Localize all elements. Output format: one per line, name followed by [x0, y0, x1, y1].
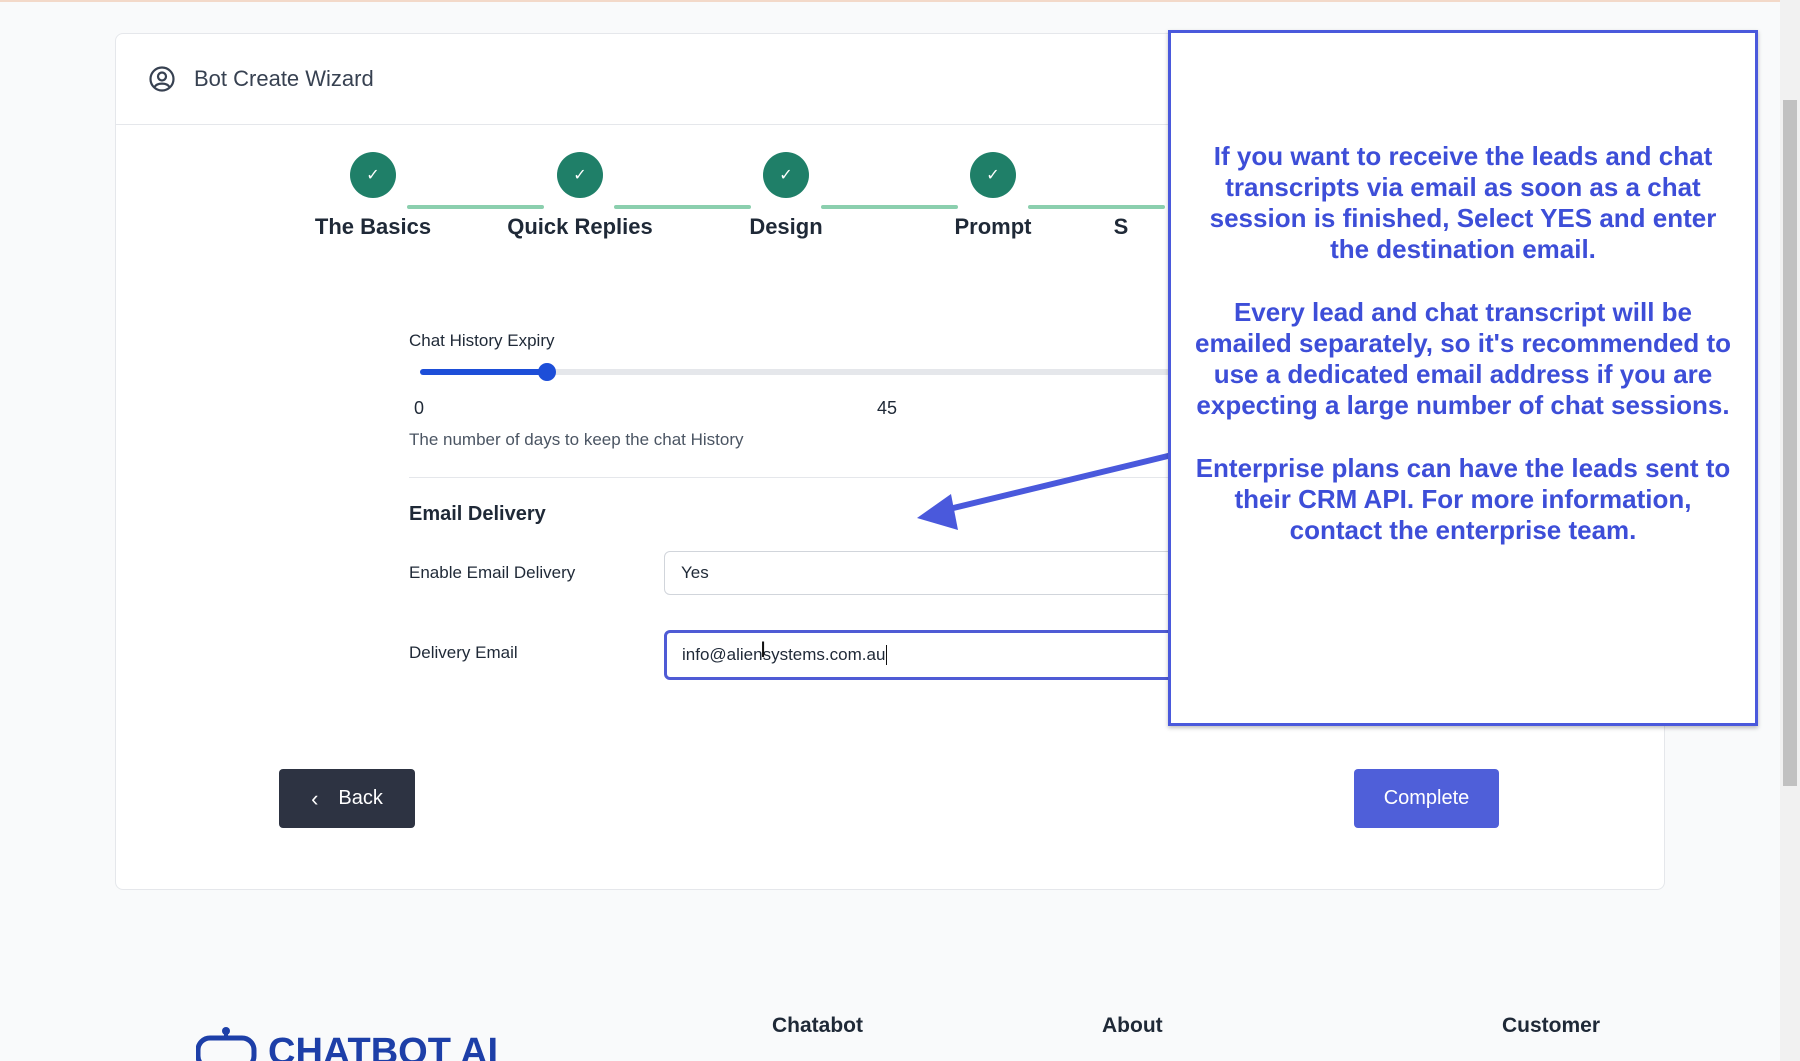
step-label: Prompt — [954, 214, 1032, 239]
info-callout: If you want to receive the leads and cha… — [1168, 30, 1758, 726]
user-circle-icon — [149, 66, 175, 92]
step-label: Quick Replies — [507, 214, 653, 239]
slider-handle[interactable] — [537, 363, 556, 381]
complete-label: Complete — [1383, 787, 1470, 809]
scrollbar-thumb[interactable] — [1783, 100, 1797, 786]
callout-paragraph-2: Every lead and chat transcript will be e… — [1194, 296, 1731, 420]
delivery-email-input[interactable]: info@aliensystems.com.au — [664, 630, 1224, 680]
top-border — [0, 0, 1800, 2]
slider-tick-min: 0 — [414, 398, 425, 418]
callout-paragraph-3: Enterprise plans can have the leads sent… — [1195, 452, 1731, 545]
check-icon: ✓ — [970, 152, 1016, 198]
text-cursor-icon: I — [760, 637, 767, 662]
step-quick-replies[interactable]: ✓ Quick Replies — [500, 152, 660, 240]
back-button[interactable]: ‹ Back — [279, 769, 415, 828]
footer-col-chatabot: Chatabot — [772, 1014, 863, 1037]
footer-col-about: About — [1102, 1014, 1163, 1037]
step-design[interactable]: ✓ Design — [706, 152, 866, 240]
chat-history-help: The number of days to keep the chat Hist… — [409, 430, 744, 449]
enable-email-value: Yes — [681, 563, 709, 582]
enable-email-select[interactable]: Yes — [664, 551, 1224, 595]
back-label: Back — [338, 787, 383, 809]
email-delivery-title: Email Delivery — [409, 503, 546, 525]
delivery-email-label: Delivery Email — [409, 643, 518, 662]
enable-email-label: Enable Email Delivery — [409, 563, 576, 582]
page-scrollbar[interactable] — [1780, 0, 1800, 1061]
complete-button[interactable]: Complete — [1354, 769, 1499, 828]
check-icon: ✓ — [763, 152, 809, 198]
step-partial[interactable]: ✓ S — [1091, 152, 1151, 240]
step-label: S — [1113, 214, 1129, 239]
chatbot-ai-logo: CHATBOT AI — [196, 1027, 498, 1061]
step-label: The Basics — [314, 214, 432, 239]
text-caret — [886, 645, 888, 665]
page-title: Bot Create Wizard — [194, 66, 374, 91]
step-the-basics[interactable]: ✓ The Basics — [293, 152, 453, 240]
step-label: Design — [749, 214, 823, 239]
slider-fill — [420, 369, 547, 375]
chat-history-slider[interactable] — [420, 363, 1180, 381]
chevron-left-icon: ‹ — [311, 785, 319, 811]
callout-paragraph-1: If you want to receive the leads and cha… — [1209, 140, 1717, 264]
delivery-email-value: info@aliensystems.com.au — [682, 645, 886, 664]
section-divider — [409, 477, 1169, 478]
check-icon: ✓ — [557, 152, 603, 198]
step-prompt[interactable]: ✓ Prompt — [913, 152, 1073, 240]
logo-text: CHATBOT AI — [268, 1031, 498, 1061]
slider-tick-mid: 45 — [877, 398, 898, 418]
check-icon: ✓ — [350, 152, 396, 198]
footer-col-customer: Customer — [1502, 1014, 1601, 1037]
chat-history-label: Chat History Expiry — [409, 331, 555, 350]
